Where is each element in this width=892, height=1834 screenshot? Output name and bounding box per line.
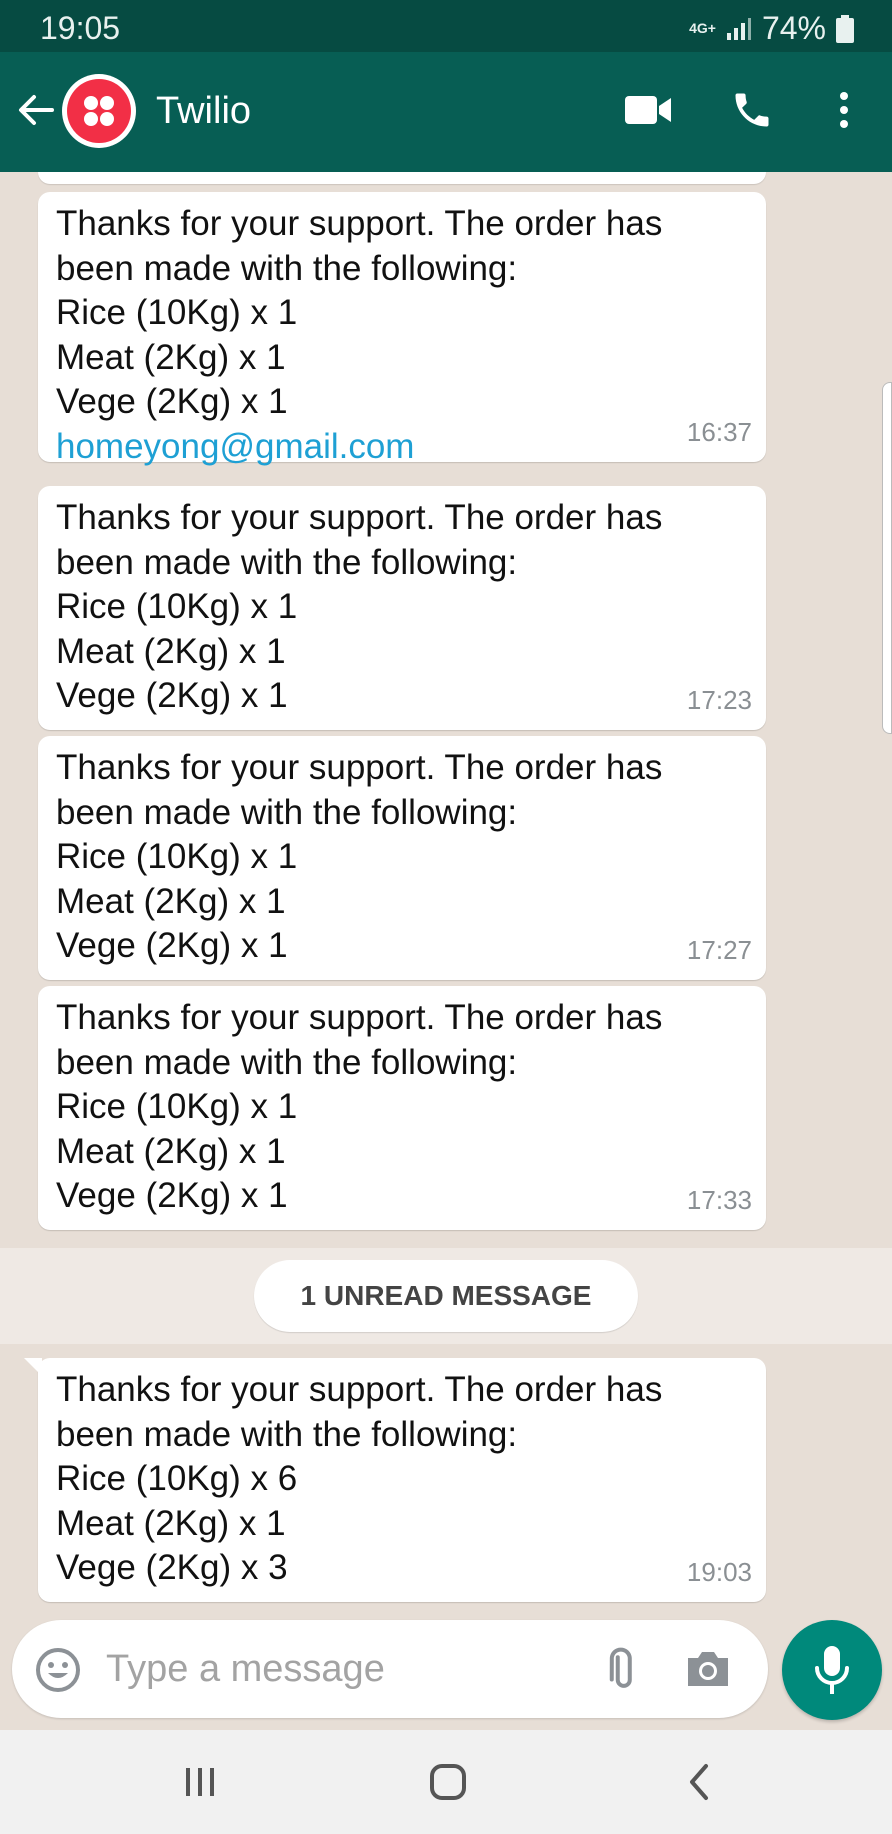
twilio-logo-icon: [67, 79, 131, 143]
message-input[interactable]: [104, 1642, 588, 1696]
microphone-icon: [815, 1646, 849, 1694]
message-time: 16:37: [686, 416, 752, 447]
more-vertical-icon[interactable]: [832, 90, 856, 130]
status-time: 19:05: [40, 10, 121, 46]
battery-percent: 74%: [761, 10, 826, 46]
recent-apps-icon[interactable]: [180, 1762, 220, 1802]
system-navigation-bar: [0, 1730, 892, 1834]
message-line: Vege (2Kg) x 1: [56, 1176, 288, 1215]
message-line: been made with the following:: [56, 248, 518, 288]
scrollbar-thumb[interactable]: [882, 382, 892, 734]
message-bubble[interactable]: Thanks for your support. The order has b…: [38, 736, 766, 980]
message-bubble[interactable]: Thanks for your support. The order has b…: [38, 486, 766, 730]
message-line: Rice (10Kg) x 1: [56, 587, 298, 626]
message-time: 17:23: [686, 684, 752, 715]
battery-icon: [836, 14, 854, 43]
contact-avatar[interactable]: [62, 74, 136, 148]
message-line: been made with the following:: [56, 1042, 518, 1082]
message-line: Meat (2Kg) x 1: [56, 881, 286, 921]
message-time: 17:33: [686, 1184, 752, 1215]
bubble-tail: [24, 1358, 42, 1376]
message-bubble[interactable]: Thanks for your support. The order has b…: [38, 192, 766, 466]
message-line: Vege (2Kg) x 1: [56, 676, 288, 715]
phone-icon[interactable]: [730, 88, 774, 132]
message-line: Meat (2Kg) x 1: [56, 337, 286, 377]
message-line: Meat (2Kg) x 1: [56, 631, 286, 671]
message-line: Thanks for your support. The order has: [56, 1370, 663, 1409]
status-bar: 19:05 4G+ 74%: [0, 0, 892, 52]
chat-area[interactable]: Thanks for your support. The order has b…: [0, 172, 892, 1730]
message-line: been made with the following:: [56, 1414, 518, 1454]
message-line: Thanks for your support. The order has: [56, 498, 663, 537]
message-line: Vege (2Kg) x 1: [56, 926, 288, 965]
message-bubble[interactable]: Thanks for your support. The order has b…: [24, 1358, 766, 1602]
message-line: Rice (10Kg) x 1: [56, 837, 298, 876]
message-composer: [12, 1620, 768, 1718]
arrow-left-icon[interactable]: [16, 90, 56, 130]
back-nav-icon[interactable]: [682, 1760, 718, 1804]
message-line: Vege (2Kg) x 1: [56, 382, 288, 421]
message-bubble[interactable]: Thanks for your support. The order has b…: [38, 986, 766, 1230]
home-icon[interactable]: [428, 1760, 468, 1804]
chat-header: Twilio: [0, 52, 892, 172]
previous-message-bubble: [38, 172, 766, 184]
message-line: been made with the following:: [56, 542, 518, 582]
message-line: Meat (2Kg) x 1: [56, 1503, 286, 1543]
message-line: Vege (2Kg) x 3: [56, 1548, 288, 1587]
network-type-label: 4G+: [689, 20, 716, 36]
message-time: 19:03: [686, 1556, 752, 1587]
message-line: Rice (10Kg) x 1: [56, 293, 298, 332]
message-line: Thanks for your support. The order has: [56, 204, 663, 243]
microphone-button[interactable]: [782, 1620, 882, 1720]
camera-icon[interactable]: [684, 1646, 732, 1690]
message-line: Thanks for your support. The order has: [56, 748, 663, 787]
signal-icon: [726, 17, 751, 40]
video-camera-icon[interactable]: [624, 94, 672, 126]
unread-divider: 1 UNREAD MESSAGE: [0, 1248, 892, 1344]
status-indicators: 4G+ 74%: [689, 10, 854, 47]
message-line: Rice (10Kg) x 6: [56, 1459, 298, 1498]
email-link[interactable]: homeyong@gmail.com: [56, 425, 748, 470]
message-line: Rice (10Kg) x 1: [56, 1087, 298, 1126]
emoji-icon[interactable]: [34, 1646, 82, 1694]
paperclip-icon[interactable]: [598, 1646, 646, 1694]
message-line: Thanks for your support. The order has: [56, 998, 663, 1037]
unread-messages-badge: 1 UNREAD MESSAGE: [254, 1260, 638, 1332]
message-line: been made with the following:: [56, 792, 518, 832]
message-line: Meat (2Kg) x 1: [56, 1131, 286, 1171]
message-time: 17:27: [686, 934, 752, 965]
contact-name[interactable]: Twilio: [156, 90, 251, 133]
